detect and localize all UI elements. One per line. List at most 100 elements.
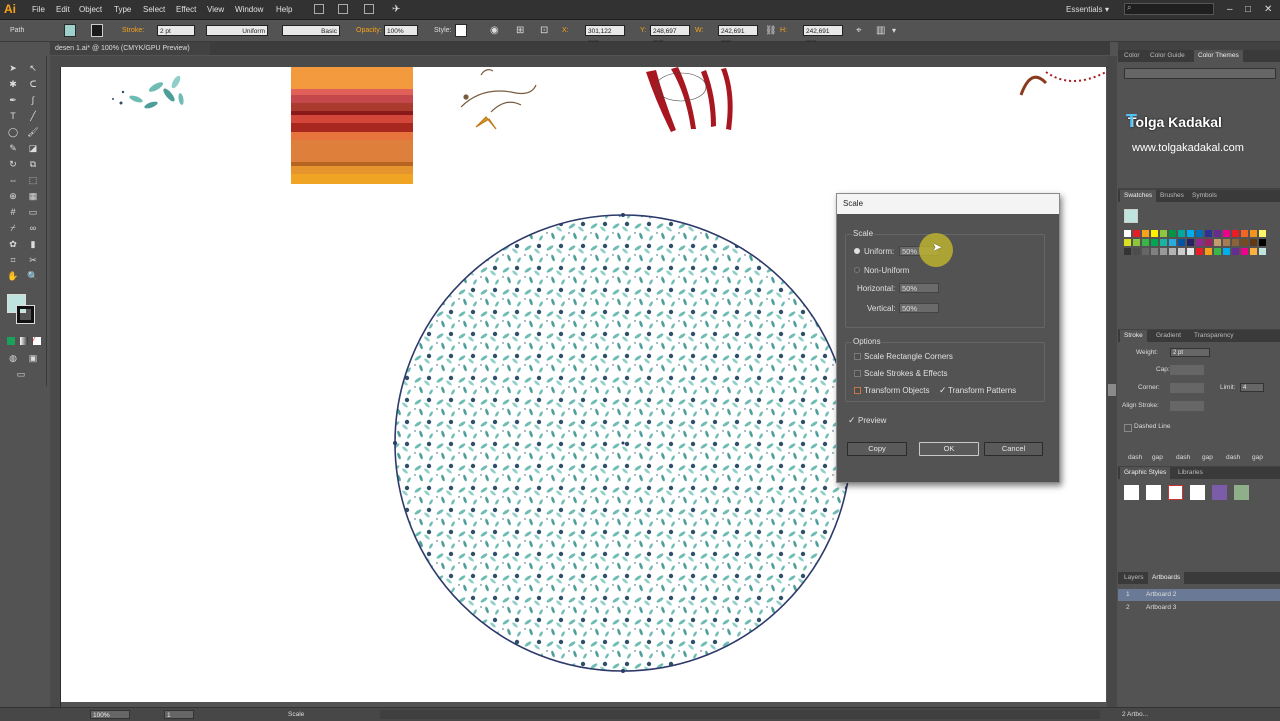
stroke-weight-field[interactable]: 2 pt (157, 25, 195, 36)
style-thumb[interactable] (1146, 485, 1161, 500)
current-swatch[interactable] (1124, 209, 1138, 223)
weight-field[interactable]: 2 pt (1170, 348, 1210, 357)
uniform-radio[interactable] (854, 248, 860, 254)
cancel-button[interactable]: Cancel (984, 442, 1043, 456)
screen-mode-icon[interactable]: ▭ (14, 368, 28, 381)
none-mode-icon[interactable]: ⁄ (33, 337, 41, 345)
bridge-icon[interactable] (314, 4, 324, 14)
color-swatch[interactable] (1187, 239, 1194, 246)
scale-strokes-checkbox[interactable] (854, 370, 861, 377)
menu-object[interactable]: Object (79, 0, 102, 19)
gpu-performance-icon[interactable]: ✈ (392, 0, 400, 19)
limit-field[interactable]: 4 (1240, 383, 1264, 392)
dialog-title[interactable]: Scale (837, 194, 1059, 214)
color-swatch[interactable] (1187, 248, 1194, 255)
color-swatch[interactable] (1223, 248, 1230, 255)
style-thumb[interactable] (1190, 485, 1205, 500)
color-swatch[interactable] (1205, 248, 1212, 255)
tab-graphic-styles[interactable]: Graphic Styles (1120, 467, 1171, 479)
style-swatch[interactable] (455, 24, 467, 37)
color-swatch[interactable] (1124, 230, 1131, 237)
column-graph-tool-icon[interactable]: ▮ (26, 238, 40, 251)
fill-swatch[interactable] (64, 24, 76, 37)
scroll-thumb[interactable] (1108, 384, 1116, 396)
menu-edit[interactable]: Edit (56, 0, 70, 19)
color-swatch[interactable] (1160, 239, 1167, 246)
menu-type[interactable]: Type (114, 0, 131, 19)
color-swatch[interactable] (1151, 248, 1158, 255)
color-swatch[interactable] (1214, 230, 1221, 237)
tab-stroke[interactable]: Stroke (1120, 330, 1147, 342)
search-input[interactable]: ⌕ (1124, 3, 1214, 15)
variable-width-profile[interactable]: Uniform (206, 25, 268, 36)
workspace-switcher[interactable]: Essentials (1066, 0, 1102, 19)
zoom-tool-icon[interactable]: 🔍 (26, 270, 40, 283)
vertical-field[interactable]: 50% (899, 303, 939, 313)
align-icon[interactable]: ⊞ (516, 20, 524, 41)
ellipse-tool-icon[interactable]: ◯ (6, 126, 20, 139)
style-thumb[interactable] (1124, 485, 1139, 500)
dotted-arc-art[interactable] (1019, 71, 1106, 96)
minimize-button[interactable]: – (1227, 0, 1233, 19)
current-tool-status[interactable]: Scale (288, 708, 304, 721)
scale-corners-checkbox[interactable] (854, 353, 861, 360)
opacity-label[interactable]: Opacity: (356, 20, 382, 41)
color-swatch[interactable] (1124, 239, 1131, 246)
color-swatch[interactable] (1259, 230, 1266, 237)
tab-color-themes[interactable]: Color Themes (1194, 50, 1243, 62)
arrange-documents-icon[interactable] (364, 4, 374, 14)
color-swatch[interactable] (1133, 239, 1140, 246)
dashed-line-checkbox[interactable] (1124, 424, 1132, 432)
tab-brushes[interactable]: Brushes (1156, 190, 1188, 202)
close-button[interactable]: ✕ (1264, 0, 1272, 19)
style-thumb[interactable] (1212, 485, 1227, 500)
color-mode-icon[interactable] (7, 337, 15, 345)
themes-search-input[interactable] (1124, 68, 1276, 79)
menu-help[interactable]: Help (276, 0, 292, 19)
color-swatch[interactable] (1223, 239, 1230, 246)
color-swatch[interactable] (1142, 248, 1149, 255)
hand-tool-icon[interactable]: ✋ (6, 270, 20, 283)
align-stroke-buttons[interactable] (1170, 401, 1204, 411)
brush-definition[interactable]: Basic (282, 25, 340, 36)
color-swatch[interactable] (1133, 230, 1140, 237)
color-swatch[interactable] (1169, 239, 1176, 246)
ok-button[interactable]: OK (919, 442, 979, 456)
color-swatch[interactable] (1196, 230, 1203, 237)
free-transform-tool-icon[interactable]: ⬚ (26, 174, 40, 187)
color-swatch[interactable] (1133, 248, 1140, 255)
copy-button[interactable]: Copy (847, 442, 907, 456)
transform-objects-checkbox[interactable] (854, 387, 861, 394)
blend-tool-icon[interactable]: ∞ (26, 222, 40, 235)
shaper-tool-icon[interactable]: ✎ (6, 142, 20, 155)
tab-color[interactable]: Color (1120, 50, 1144, 62)
preview-checkmark-icon[interactable]: ✓ (848, 415, 856, 425)
opacity-field[interactable]: 100% (384, 25, 418, 36)
tab-swatches[interactable]: Swatches (1120, 190, 1157, 202)
color-swatch[interactable] (1259, 248, 1266, 255)
cap-buttons[interactable] (1170, 365, 1204, 375)
recolor-artwork-icon[interactable]: ◉ (490, 20, 499, 41)
width-tool-icon[interactable]: ⇔ (6, 174, 20, 187)
color-swatch[interactable] (1250, 239, 1257, 246)
menu-effect[interactable]: Effect (176, 0, 196, 19)
slice-tool-icon[interactable]: ✂ (26, 254, 40, 267)
checkmark-icon[interactable]: ✓ (939, 385, 947, 395)
color-swatch[interactable] (1250, 230, 1257, 237)
color-swatch[interactable] (1214, 239, 1221, 246)
rotate-tool-icon[interactable]: ↻ (6, 158, 20, 171)
gradient-mode-icon[interactable] (20, 337, 28, 345)
color-swatch[interactable] (1178, 239, 1185, 246)
transform-icon[interactable]: ⌖ (856, 20, 862, 41)
color-swatch[interactable] (1142, 230, 1149, 237)
maximize-button[interactable]: □ (1245, 0, 1251, 19)
horizontal-field[interactable]: 50% (899, 283, 939, 293)
curvature-tool-icon[interactable]: ∫ (26, 94, 40, 107)
color-swatch[interactable] (1205, 230, 1212, 237)
chevron-down-icon[interactable]: ▾ (1105, 0, 1109, 19)
color-swatch[interactable] (1196, 239, 1203, 246)
tab-transparency[interactable]: Transparency (1190, 330, 1238, 342)
gradient-tool-icon[interactable]: ▭ (26, 206, 40, 219)
symbol-sprayer-tool-icon[interactable]: ✿ (6, 238, 20, 251)
color-swatch[interactable] (1205, 239, 1212, 246)
